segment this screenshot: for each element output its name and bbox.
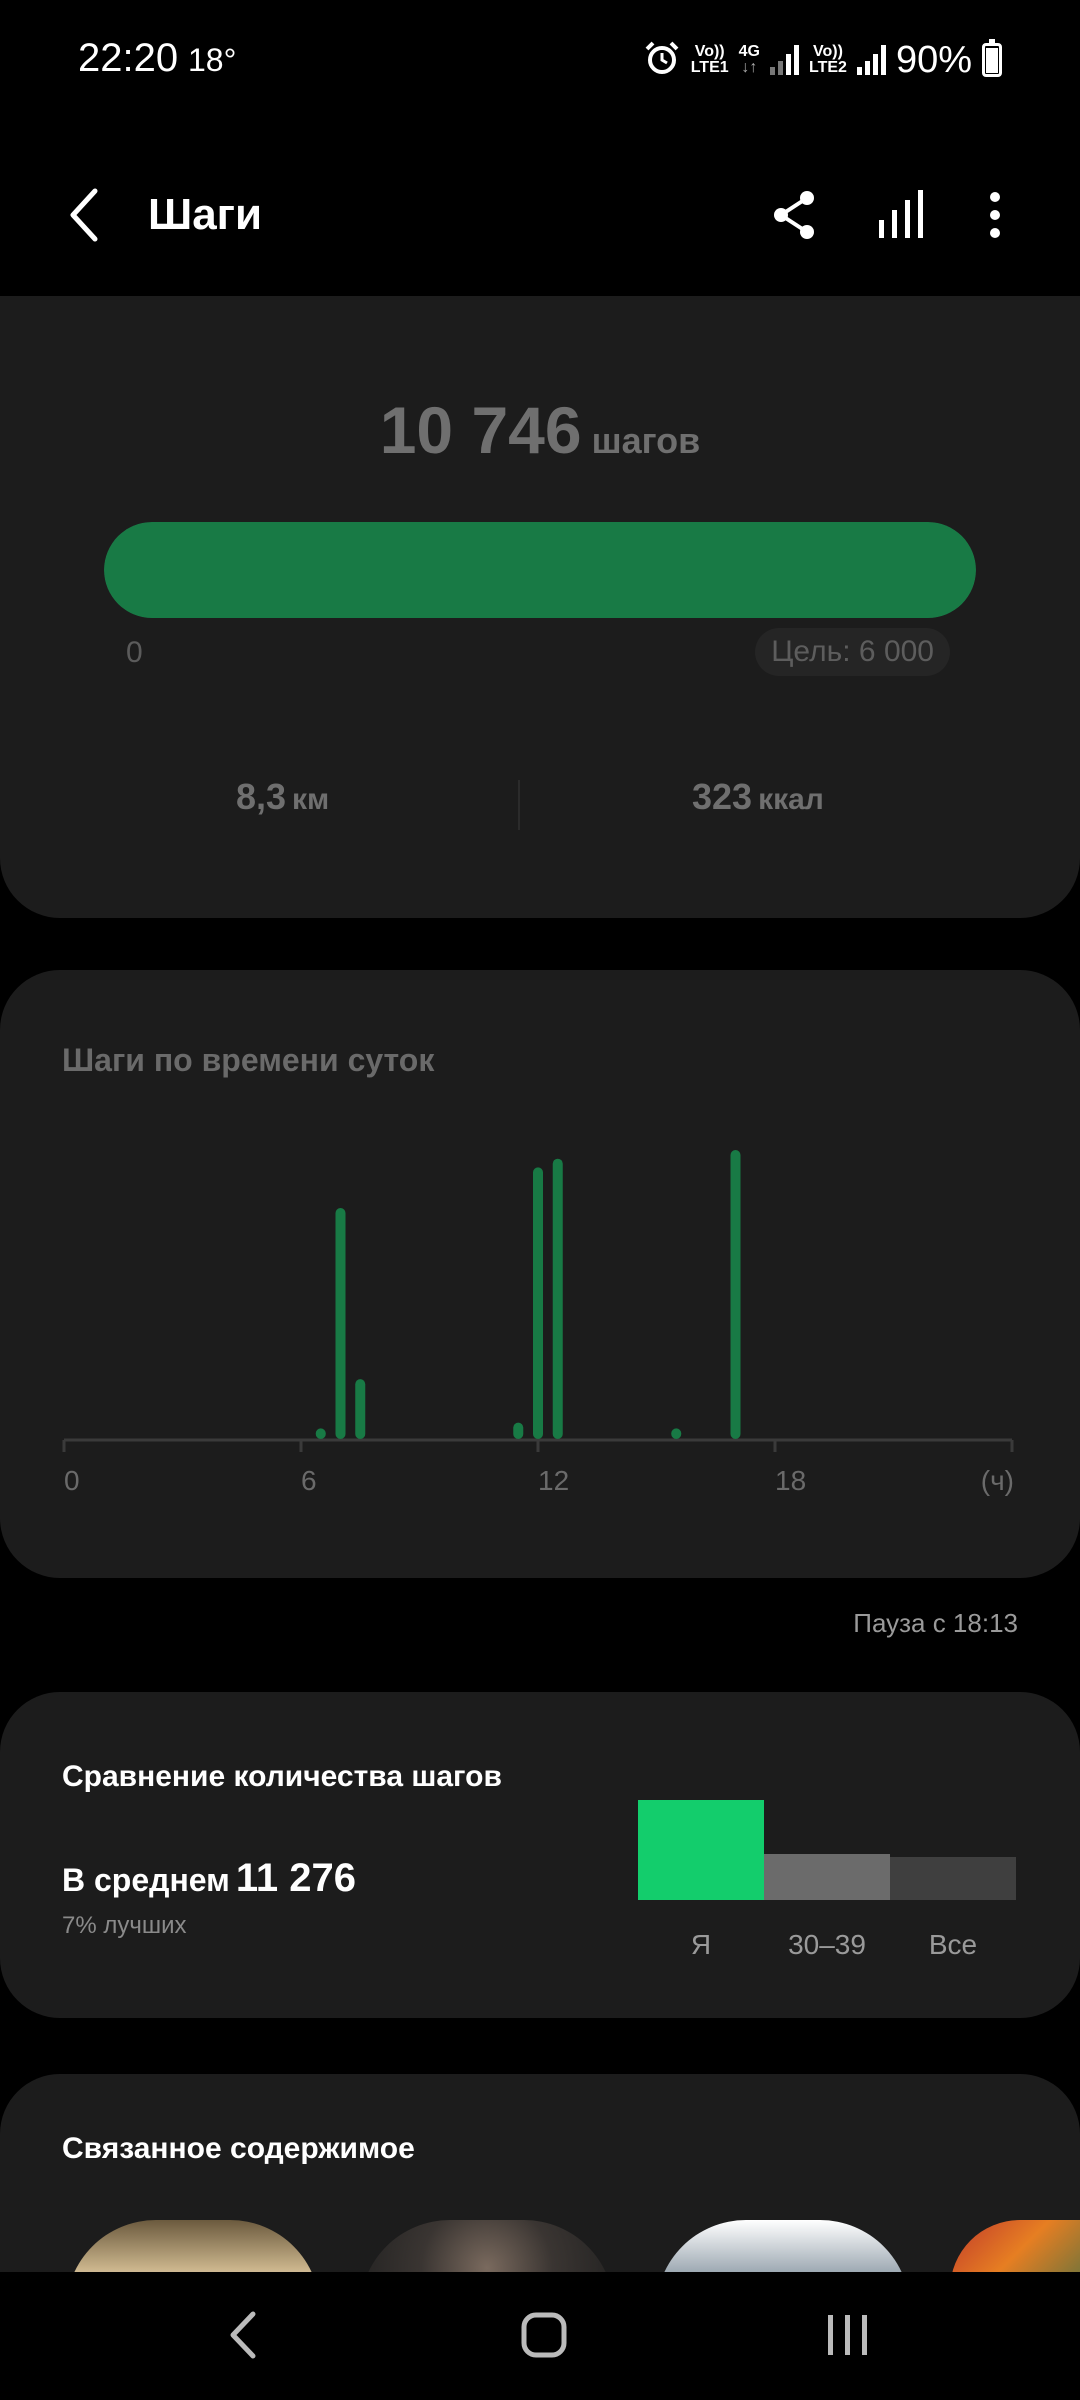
trends-button[interactable] bbox=[866, 180, 936, 250]
battery-icon bbox=[982, 39, 1002, 77]
alarm-icon bbox=[643, 39, 681, 82]
chart-bar bbox=[730, 1150, 741, 1439]
signal-icon bbox=[856, 45, 886, 75]
comparison-chart: Я 30–39 Все bbox=[638, 1800, 1016, 1960]
chart-bar bbox=[671, 1428, 682, 1439]
back-button[interactable] bbox=[50, 180, 120, 250]
nav-back-button[interactable] bbox=[202, 2300, 282, 2370]
chart-bar bbox=[315, 1428, 326, 1439]
goal-badge[interactable]: Цель: 6 000 bbox=[755, 628, 950, 676]
status-temperature: 18° bbox=[188, 42, 237, 78]
nav-back-icon bbox=[230, 2311, 256, 2359]
comparison-title: Сравнение количества шагов bbox=[62, 1760, 502, 1793]
chart-bar bbox=[533, 1167, 543, 1439]
distance-metric: 8,3 км bbox=[236, 776, 330, 817]
recents-icon bbox=[828, 2315, 867, 2355]
sim2-label: Vo)) LTE2 bbox=[809, 43, 847, 76]
chart-bar bbox=[335, 1208, 346, 1439]
battery-percent: 90% bbox=[895, 38, 972, 81]
home-icon bbox=[521, 2312, 567, 2358]
x-tick-label: 12 bbox=[538, 1465, 569, 1496]
page-title: Шаги bbox=[148, 190, 263, 239]
comparison-bar bbox=[764, 1854, 890, 1900]
sim1-label: Vo)) LTE1 bbox=[690, 43, 729, 76]
steps-value: 10 746 bbox=[379, 393, 582, 467]
app-bar: Шаги bbox=[0, 150, 1080, 280]
navigation-bar bbox=[0, 2272, 1080, 2400]
average-steps: В среднем 11 276 bbox=[62, 1856, 356, 1900]
calories-metric: 323 ккал bbox=[692, 776, 824, 817]
chart-bar bbox=[355, 1379, 366, 1439]
status-bar: 22:20 18° Vo)) LTE1 4G ↓↑ Vo)) LTE2 90% bbox=[0, 0, 1080, 120]
share-icon bbox=[774, 191, 814, 239]
back-icon bbox=[70, 188, 98, 242]
progress-min-label: 0 bbox=[126, 636, 143, 669]
percentile-text: 7% лучших bbox=[62, 1912, 187, 1939]
pause-status: Пауза с 18:13 bbox=[853, 1608, 1018, 1638]
steps-unit: шагов bbox=[591, 420, 701, 461]
steps-progress-bar bbox=[104, 522, 976, 618]
chart-title: Шаги по времени суток bbox=[62, 1042, 435, 1078]
more-icon bbox=[990, 192, 1000, 238]
comparison-bar-label: Я bbox=[691, 1929, 711, 1960]
share-button[interactable] bbox=[760, 180, 830, 250]
more-options-button[interactable] bbox=[960, 180, 1030, 250]
comparison-bar bbox=[638, 1800, 764, 1900]
x-tick-label: 18 bbox=[775, 1465, 806, 1496]
chart-bar bbox=[552, 1158, 563, 1439]
status-icons: Vo)) LTE1 4G ↓↑ Vo)) LTE2 90% bbox=[643, 34, 1002, 86]
comparison-bar bbox=[890, 1857, 1016, 1900]
comparison-bar-label: Все bbox=[929, 1929, 977, 1960]
signal-icon bbox=[770, 45, 799, 75]
nav-home-button[interactable] bbox=[504, 2300, 584, 2370]
network-type-label: 4G ↓↑ bbox=[738, 43, 760, 76]
metric-divider bbox=[518, 780, 520, 830]
x-tick-label: 0 bbox=[64, 1465, 80, 1496]
x-tick-label: 6 bbox=[301, 1465, 317, 1496]
status-time: 22:20 bbox=[78, 36, 179, 80]
comparison-bar-label: 30–39 bbox=[788, 1929, 866, 1960]
related-title: Связанное содержимое bbox=[62, 2132, 415, 2165]
steps-count: 10 746 шагов bbox=[0, 392, 1080, 468]
hourly-steps-chart: 0 6 12 18 (ч) bbox=[62, 1150, 1014, 1496]
nav-recents-button[interactable] bbox=[808, 2300, 888, 2370]
chart-bar bbox=[513, 1422, 524, 1439]
steps-progress-fill bbox=[104, 522, 976, 618]
bar-chart-icon bbox=[879, 190, 923, 238]
x-axis-label: (ч) bbox=[981, 1465, 1014, 1496]
